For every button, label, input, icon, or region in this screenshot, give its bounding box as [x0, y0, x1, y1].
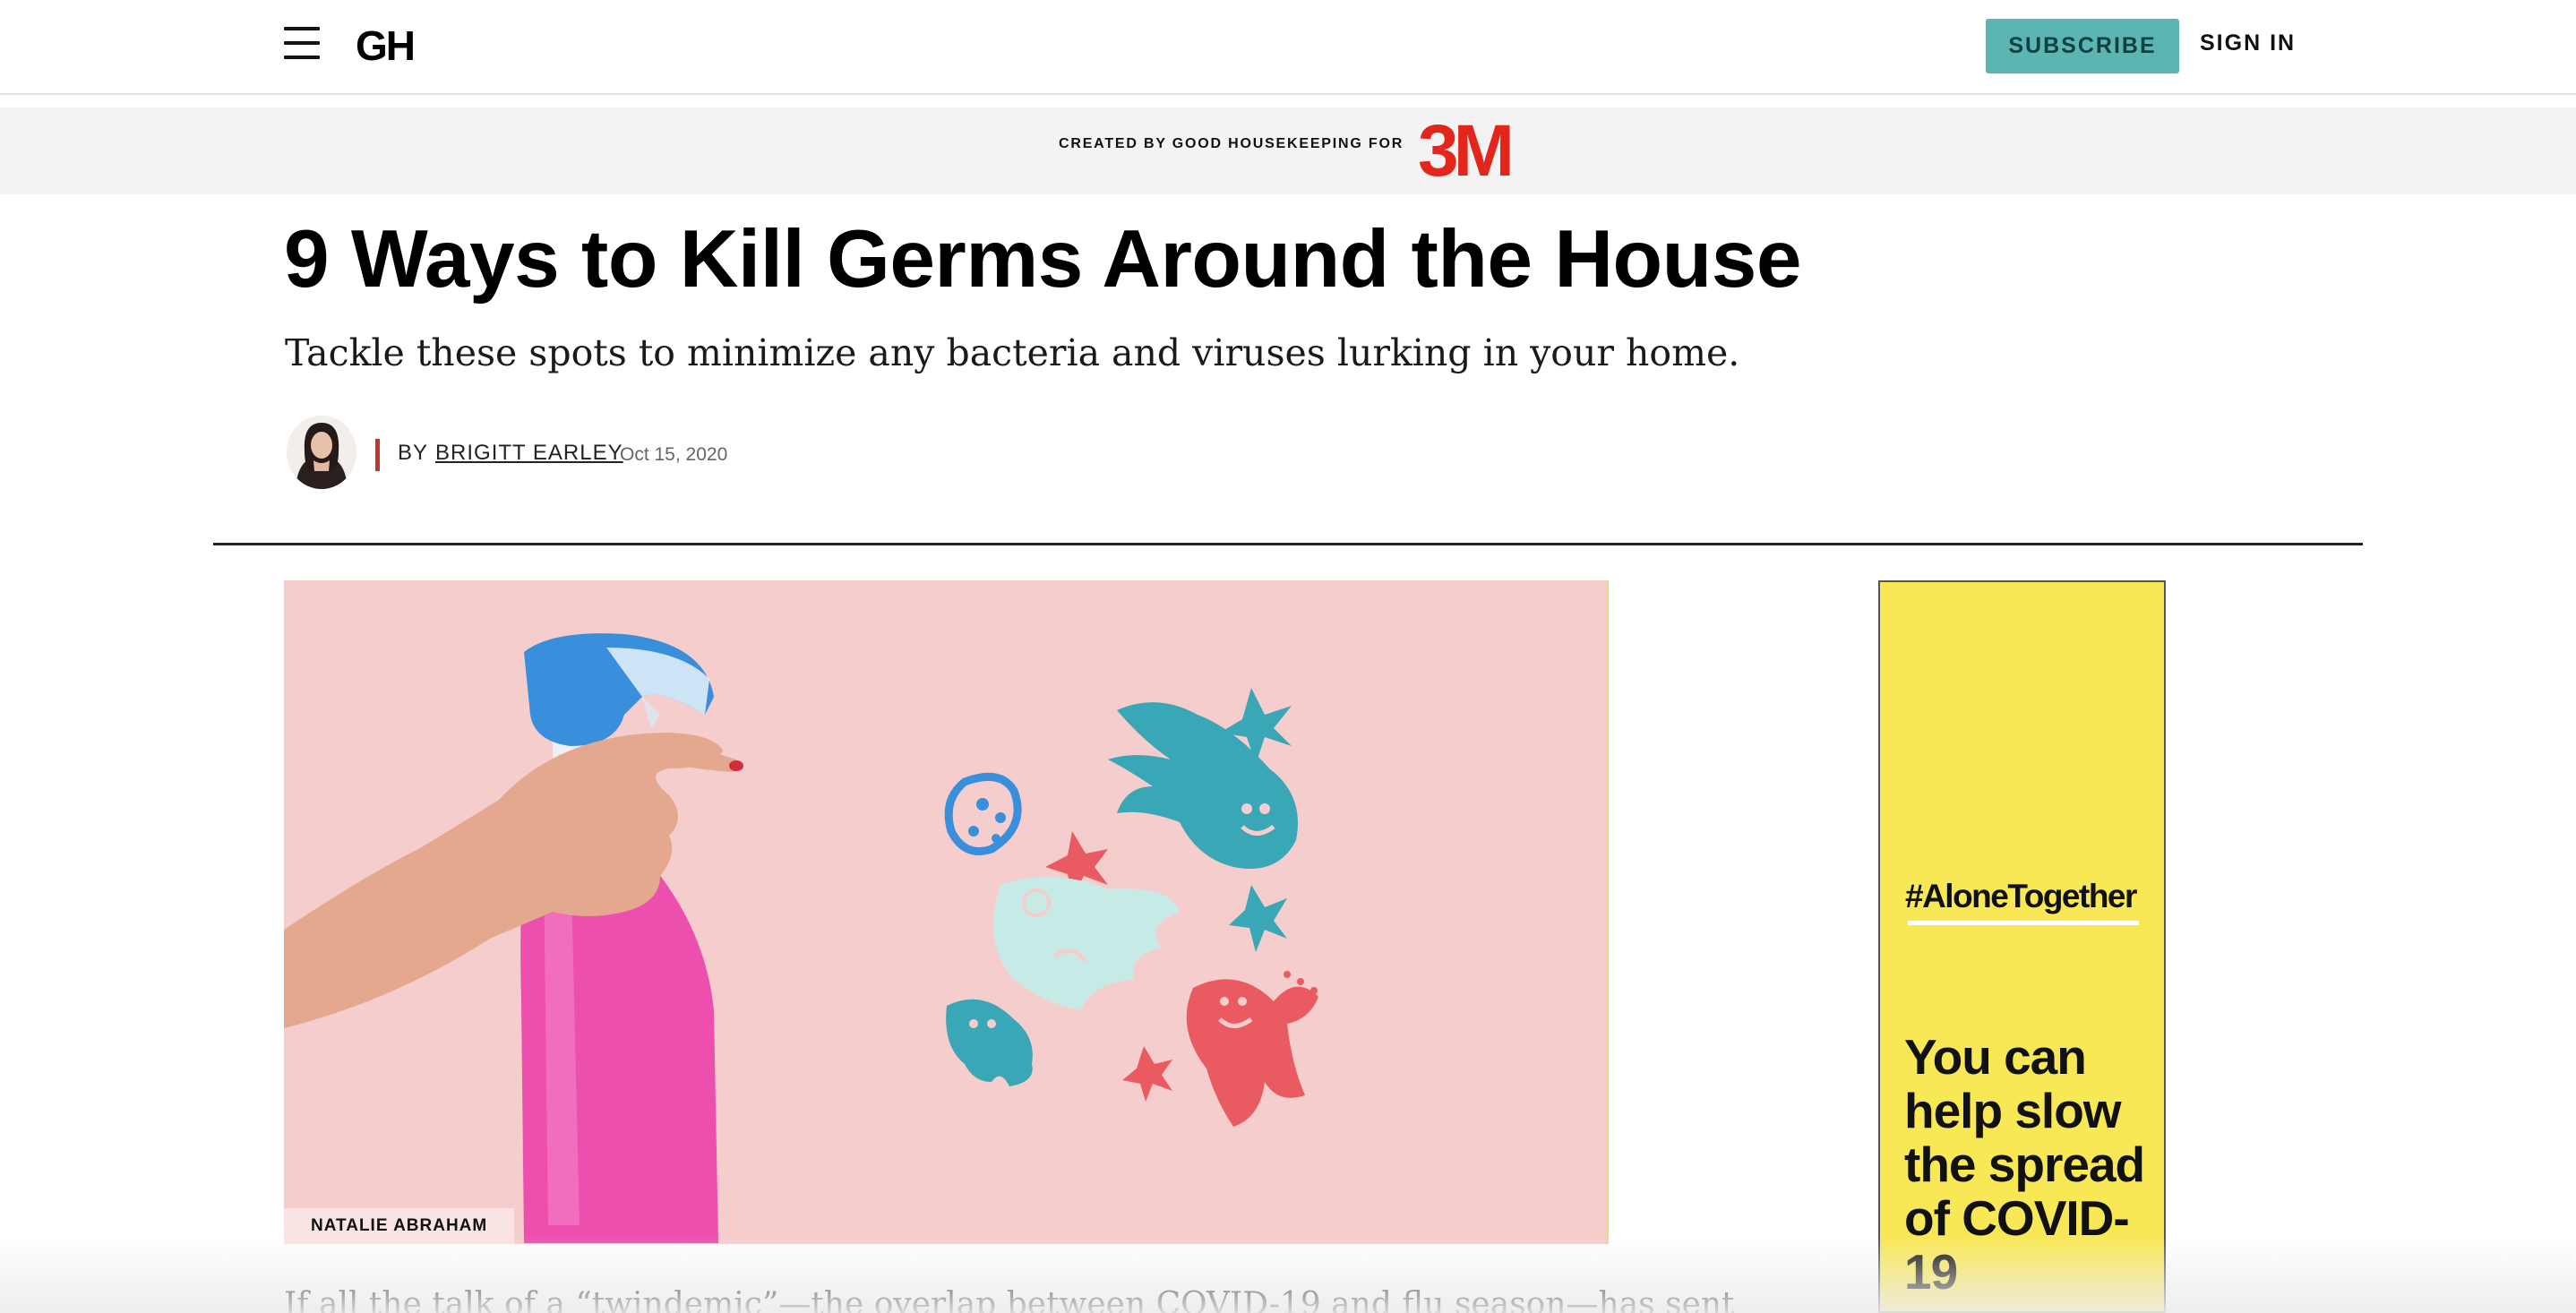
ad-headline: You can help slow the spread of COVID-19 — [1904, 1029, 2145, 1300]
hero-image[interactable] — [284, 580, 1609, 1244]
author-link[interactable]: BRIGITT EARLEY — [435, 441, 623, 465]
top-navigation: GH SUBSCRIBE SIGN IN — [0, 0, 2576, 95]
spray-bottle-germs-illustration — [284, 580, 1609, 1244]
sidebar-ad[interactable]: #AloneTogether You can help slow the spr… — [1878, 580, 2166, 1313]
byline-accent-bar — [375, 439, 380, 471]
sponsor-logo[interactable]: 3M — [1418, 115, 1515, 188]
sign-in-link[interactable]: SIGN IN — [2200, 30, 2296, 56]
header-divider — [213, 543, 2363, 545]
article-dek: Tackle these spots to minimize any bacte… — [285, 331, 1740, 374]
article-body-paragraph: If all the talk of a “twindemic”—the ove… — [284, 1286, 1735, 1313]
byline-prefix: BY — [398, 441, 429, 465]
sponsor-text: CREATED BY GOOD HOUSEKEEPING FOR — [1059, 136, 1404, 151]
site-logo[interactable]: GH — [356, 21, 416, 70]
ad-underline — [1908, 921, 2139, 925]
ad-hashtag: #AloneTogether — [1905, 878, 2137, 914]
author-avatar[interactable] — [287, 416, 356, 489]
subscribe-button[interactable]: SUBSCRIBE — [1986, 19, 2179, 73]
article-title: 9 Ways to Kill Germs Around the House — [284, 214, 1801, 305]
image-credit: NATALIE ABRAHAM — [284, 1208, 514, 1244]
byline: BY BRIGITT EARLEY — [398, 441, 623, 466]
publish-date: Oct 15, 2020 — [620, 444, 728, 465]
menu-icon[interactable] — [284, 27, 320, 63]
